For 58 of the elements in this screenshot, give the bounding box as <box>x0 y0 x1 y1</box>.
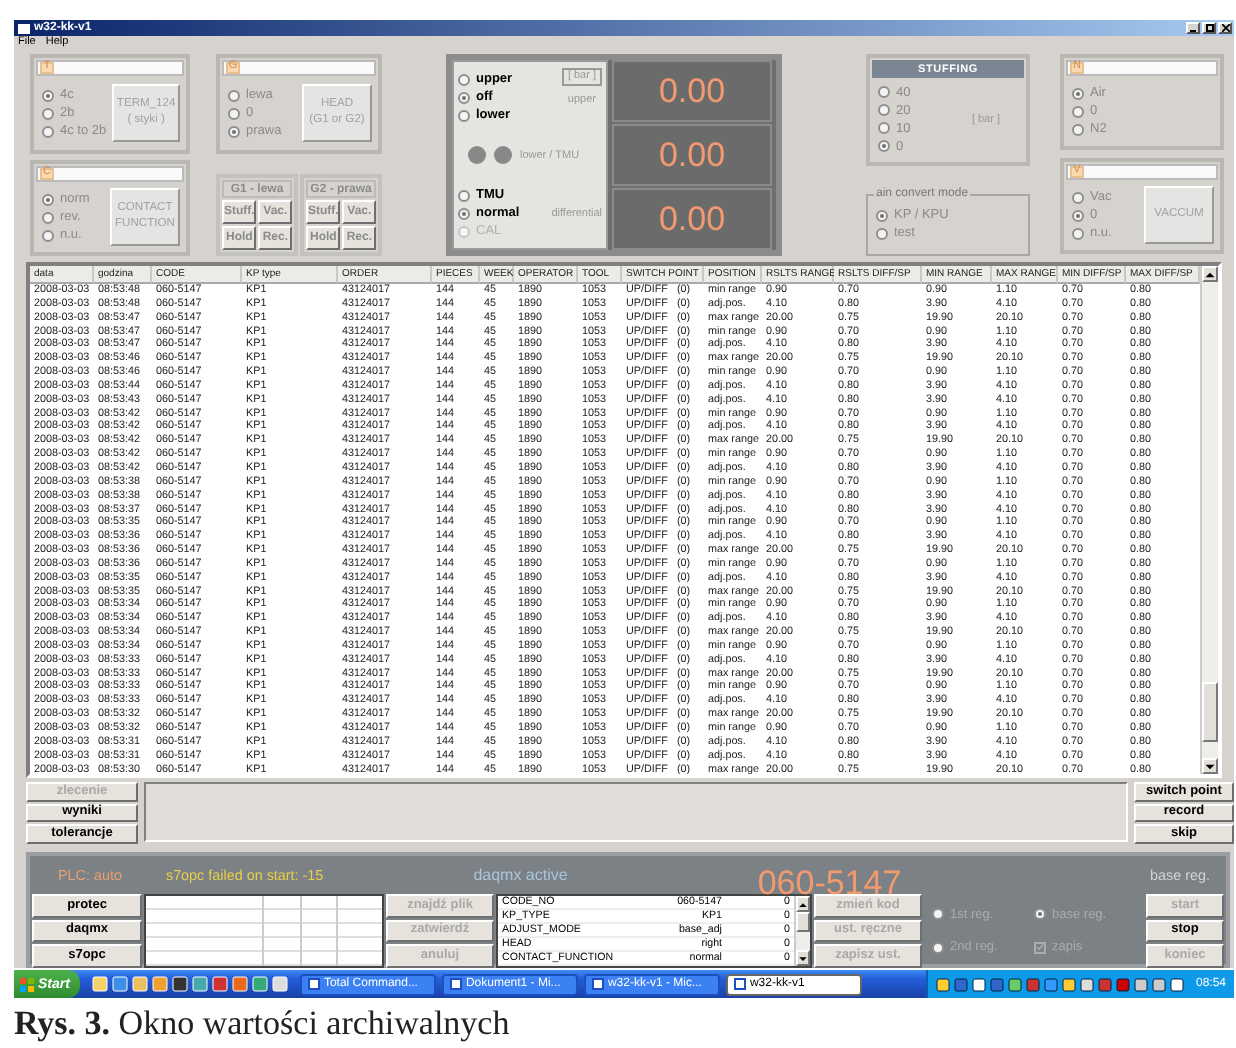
scroll-down-button[interactable] <box>796 950 810 966</box>
restore-icon <box>1205 24 1213 32</box>
radio-button[interactable] <box>1034 908 1046 921</box>
window-icon <box>18 23 30 33</box>
radio-button[interactable] <box>228 107 240 119</box>
window-icon <box>733 978 746 990</box>
reading-display: 0.00 <box>612 188 772 250</box>
radio-button[interactable] <box>878 122 890 134</box>
radio-button[interactable] <box>458 109 470 121</box>
scroll-down-button[interactable] <box>1202 758 1218 774</box>
scroll-thumb[interactable] <box>1202 682 1218 742</box>
radio-button[interactable] <box>1072 105 1084 117</box>
radio-button[interactable] <box>42 107 54 119</box>
daq-status: daqmx active <box>473 866 568 884</box>
radio-button[interactable] <box>878 140 890 152</box>
reading-display: 0.00 <box>612 60 772 122</box>
checkbox[interactable] <box>1034 941 1046 954</box>
radio-button[interactable] <box>458 91 470 103</box>
figure-caption: Rys. 3. Okno wartości archiwalnych <box>14 1004 512 1042</box>
scroll-thumb[interactable] <box>796 912 810 932</box>
down-arrow-icon <box>798 953 808 963</box>
radio-button[interactable] <box>1072 123 1084 135</box>
radio-button[interactable] <box>458 207 470 219</box>
down-arrow-icon <box>1204 761 1216 771</box>
radio-button[interactable] <box>42 125 54 137</box>
radio-button[interactable] <box>876 209 888 221</box>
radio-button[interactable] <box>458 73 470 85</box>
window-icon <box>449 978 462 990</box>
up-arrow-icon <box>1204 269 1216 279</box>
radio-button[interactable] <box>878 86 890 98</box>
maximize-button[interactable] <box>1202 22 1216 34</box>
reading-display: 0.00 <box>612 124 772 186</box>
radio-button[interactable] <box>876 227 888 239</box>
radio-button[interactable] <box>1072 191 1084 203</box>
radio-button[interactable] <box>42 89 54 101</box>
radio-button[interactable] <box>228 125 240 137</box>
radio-button[interactable] <box>42 193 54 205</box>
window-icon <box>307 978 320 990</box>
close-icon <box>1221 24 1229 32</box>
scroll-up-button[interactable] <box>1202 266 1218 282</box>
radio-button[interactable] <box>1072 87 1084 99</box>
check-icon <box>1036 942 1044 953</box>
radio-button[interactable] <box>932 941 944 954</box>
radio-button[interactable] <box>1072 227 1084 239</box>
radio-button[interactable] <box>228 89 240 101</box>
radio-button[interactable] <box>458 189 470 201</box>
radio-button[interactable] <box>42 211 54 223</box>
radio-button[interactable] <box>878 104 890 116</box>
minimize-icon <box>1189 24 1197 32</box>
close-button[interactable] <box>1218 22 1232 34</box>
radio-button[interactable] <box>932 908 944 921</box>
windows-logo-icon <box>20 977 34 991</box>
minimize-button[interactable] <box>1186 22 1200 34</box>
scroll-up-button[interactable] <box>796 896 810 912</box>
radio-button[interactable] <box>1072 209 1084 221</box>
window-icon <box>591 978 604 990</box>
up-arrow-icon <box>798 899 808 909</box>
radio-button[interactable] <box>42 229 54 241</box>
